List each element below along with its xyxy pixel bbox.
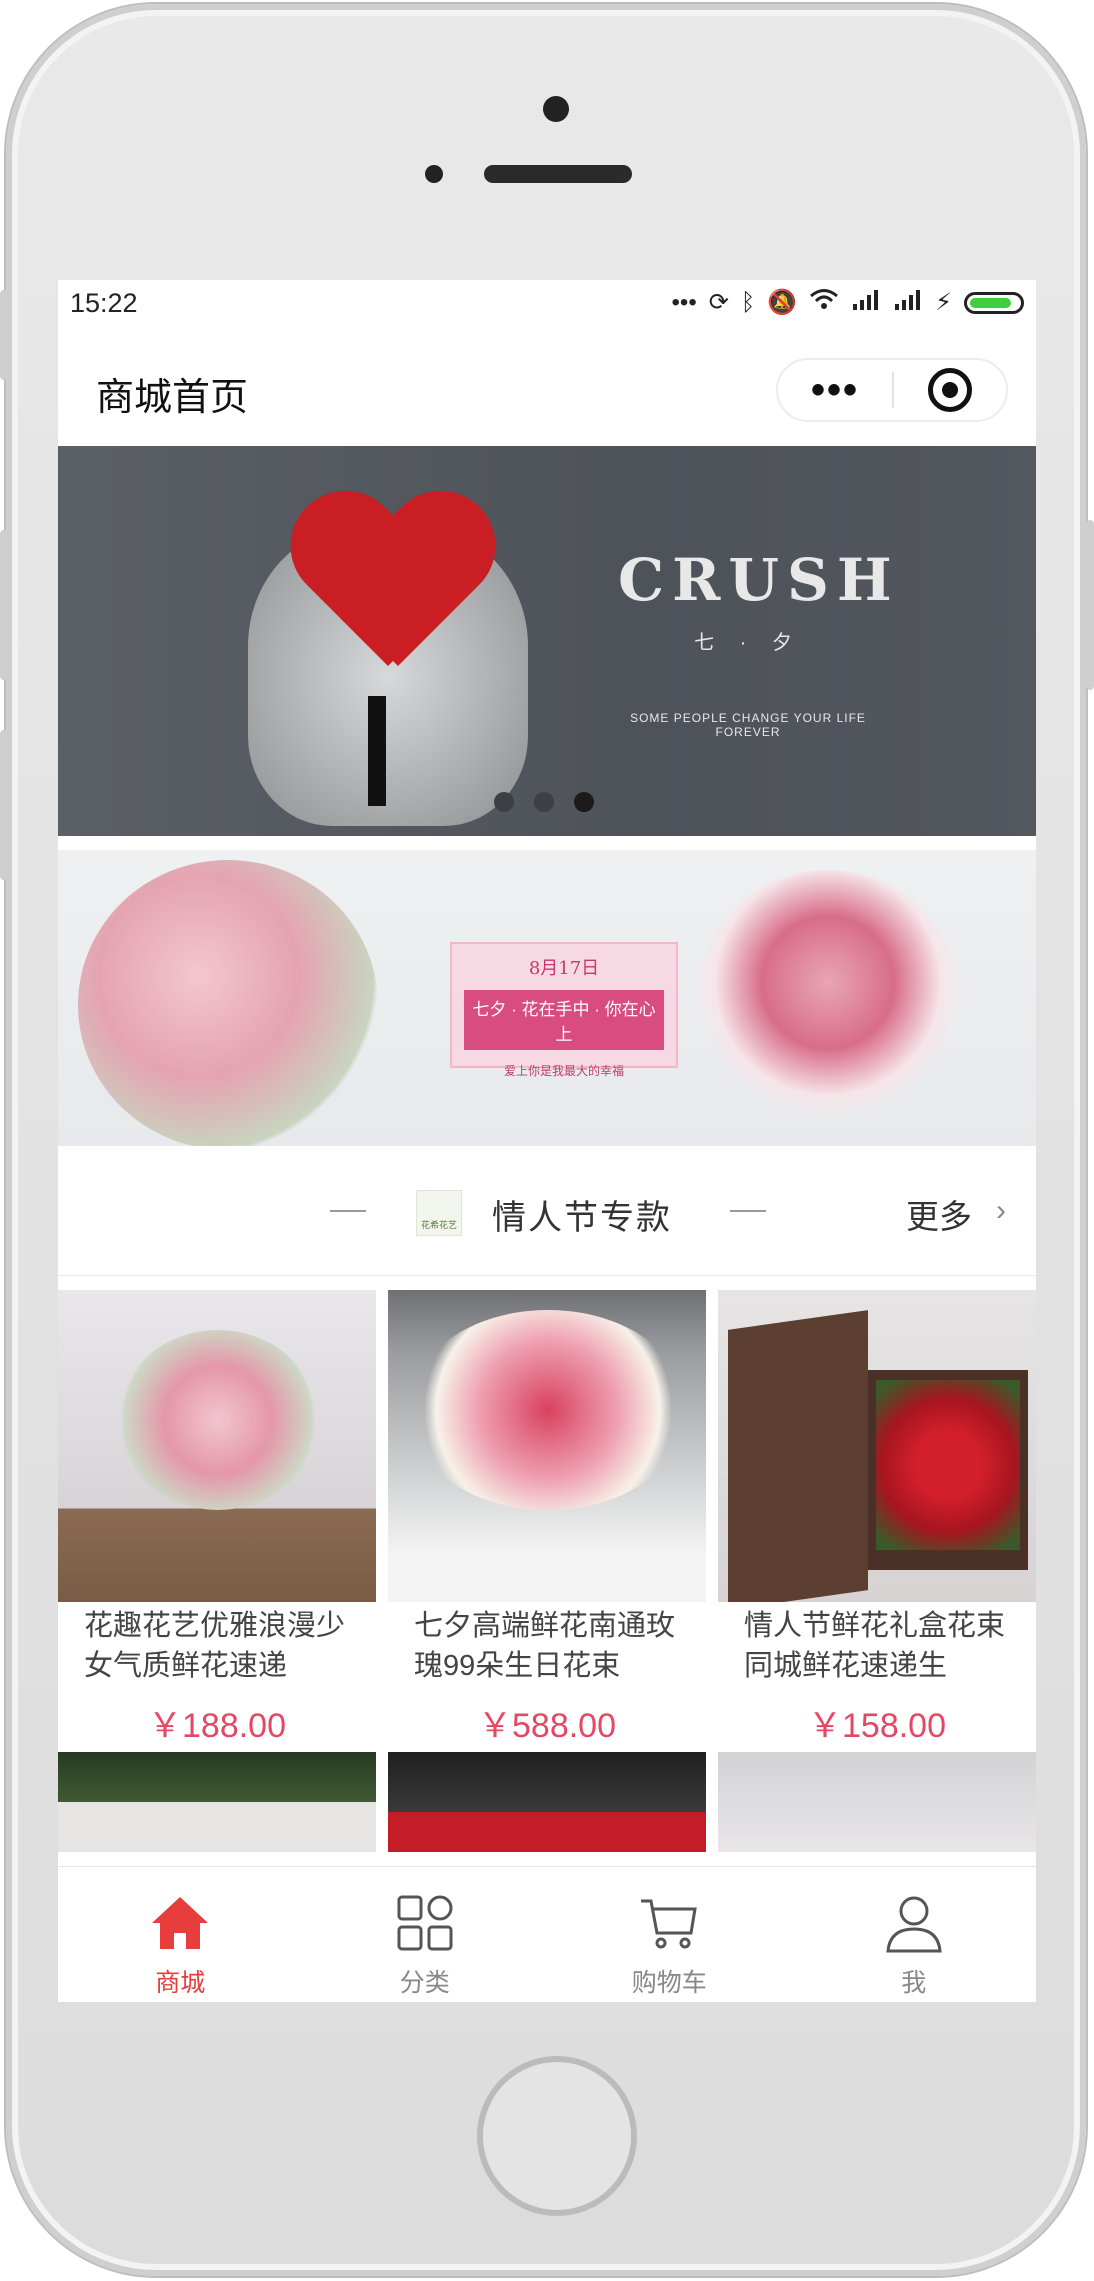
carousel-dot[interactable] [494, 792, 514, 812]
product-name[interactable]: 七夕高端鲜花南通玫瑰99朵生日花束 [388, 1606, 706, 1690]
product-name[interactable]: 情人节鲜花礼盒花束同城鲜花速递生 [718, 1606, 1036, 1690]
product-image[interactable] [58, 1752, 376, 1852]
product-image[interactable] [718, 1752, 1036, 1852]
signal-icon [893, 288, 923, 317]
user-icon [882, 1891, 946, 1955]
signal-icon [851, 288, 881, 317]
target-icon [927, 368, 972, 412]
tab-label: 商城 [155, 1969, 206, 1997]
promo-banner[interactable]: 8月17日 七夕 · 花在手中 · 你在心上 爱上你是我最大的幸福 [58, 850, 1036, 1146]
product-card[interactable]: 七夕高端鲜花南通玫瑰99朵生日花束 ￥588.00 [388, 1290, 706, 1747]
banner-subtitle: 七 · 夕 [694, 632, 802, 654]
shop-logo: 花希花艺 [416, 1190, 462, 1236]
ellipsis-icon: ••• [671, 288, 697, 316]
product-card[interactable] [58, 1752, 376, 1852]
tab-home[interactable]: 商城 [58, 1867, 303, 2002]
more-link[interactable]: 更多 [906, 1190, 972, 1238]
product-image[interactable] [718, 1290, 1036, 1602]
banner-tagline: SOME PEOPLE CHANGE YOUR LIFE FOREVER [630, 711, 866, 739]
speaker [484, 165, 632, 183]
more-menu-button[interactable]: ••• [778, 370, 892, 410]
tab-category[interactable]: 分类 [303, 1867, 548, 2002]
carousel-dot[interactable] [534, 792, 554, 812]
status-bar: 15:22 ••• ⟳ ᛒ 🔕 ⚡ [58, 280, 1036, 328]
bouquet-image-right [698, 870, 958, 1120]
tab-label: 购物车 [631, 1969, 707, 1997]
product-card[interactable] [388, 1752, 706, 1852]
banner-brand: CRUSH [618, 546, 900, 614]
section-header: 花希花艺 情人节专款 更多 › [58, 1146, 1036, 1276]
divider-line [330, 1210, 366, 1212]
battery-icon [964, 291, 1024, 314]
home-button[interactable] [477, 2056, 637, 2216]
camera [543, 96, 569, 122]
banner-carousel[interactable]: CRUSH 七 · 夕 SOME PEOPLE CHANGE YOUR LIFE… [58, 446, 1036, 836]
tab-bar: 商城 分类 购物车 我 [58, 1866, 1036, 2002]
product-image[interactable] [388, 1752, 706, 1852]
power-button [1086, 520, 1094, 690]
volume-down-button [0, 730, 8, 880]
close-mini-program-button[interactable] [894, 368, 1006, 412]
promo-date: 8月17日 [528, 958, 600, 979]
mute-switch [0, 290, 8, 380]
category-icon [393, 1891, 457, 1955]
volume-up-button [0, 530, 8, 680]
tab-label: 我 [901, 1969, 927, 1997]
product-image[interactable] [58, 1290, 376, 1602]
product-card[interactable]: 花趣花艺优雅浪漫少女气质鲜花速递 ￥188.00 [58, 1290, 376, 1747]
page-title: 商城首页 [96, 377, 249, 419]
product-card[interactable] [718, 1752, 1036, 1852]
product-price: ￥188.00 [148, 1707, 286, 1745]
carousel-indicators [494, 792, 594, 812]
promo-small-text: 爱上你是我最大的幸福 [503, 1064, 624, 1078]
wifi-icon [809, 288, 839, 317]
cart-icon [637, 1891, 701, 1955]
product-card[interactable]: 情人节鲜花礼盒花束同城鲜花速递生 ￥158.00 [718, 1290, 1036, 1747]
heart-bouquet-image [218, 466, 548, 826]
banner-text: CRUSH 七 · 夕 SOME PEOPLE CHANGE YOUR LIFE… [618, 546, 900, 739]
section-title: 情人节专款 [492, 1199, 672, 1237]
sync-icon: ⟳ [708, 289, 729, 316]
sensor [425, 165, 443, 183]
promo-slogan: 七夕 · 花在手中 · 你在心上 [464, 990, 664, 1050]
divider-line [730, 1210, 766, 1212]
carousel-dot-active[interactable] [574, 792, 594, 812]
mini-program-capsule: ••• [776, 358, 1008, 422]
product-name[interactable]: 花趣花艺优雅浪漫少女气质鲜花速递 [58, 1606, 376, 1690]
bouquet-image-left [78, 860, 378, 1146]
status-icons: ••• ⟳ ᛒ 🔕 ⚡ [672, 288, 1024, 317]
product-image[interactable] [388, 1290, 706, 1602]
chevron-right-icon[interactable]: › [996, 1194, 1006, 1228]
product-price: ￥588.00 [478, 1707, 616, 1745]
tab-label: 分类 [399, 1969, 450, 1997]
app-screen: 15:22 ••• ⟳ ᛒ 🔕 ⚡ 商城首页 ••• CRUSH 七 · 夕 S… [58, 280, 1036, 2002]
tab-cart[interactable]: 购物车 [547, 1867, 792, 2002]
home-icon [148, 1891, 212, 1955]
bluetooth-icon: ᛒ [740, 288, 756, 316]
charging-icon: ⚡ [935, 289, 952, 316]
nav-bar: 商城首页 ••• [58, 328, 1036, 446]
tab-me[interactable]: 我 [792, 1867, 1037, 2002]
promo-card: 8月17日 七夕 · 花在手中 · 你在心上 爱上你是我最大的幸福 [450, 942, 678, 1078]
mute-icon: 🔕 [767, 289, 798, 316]
status-time: 15:22 [70, 288, 138, 318]
product-price: ￥158.00 [808, 1707, 946, 1745]
